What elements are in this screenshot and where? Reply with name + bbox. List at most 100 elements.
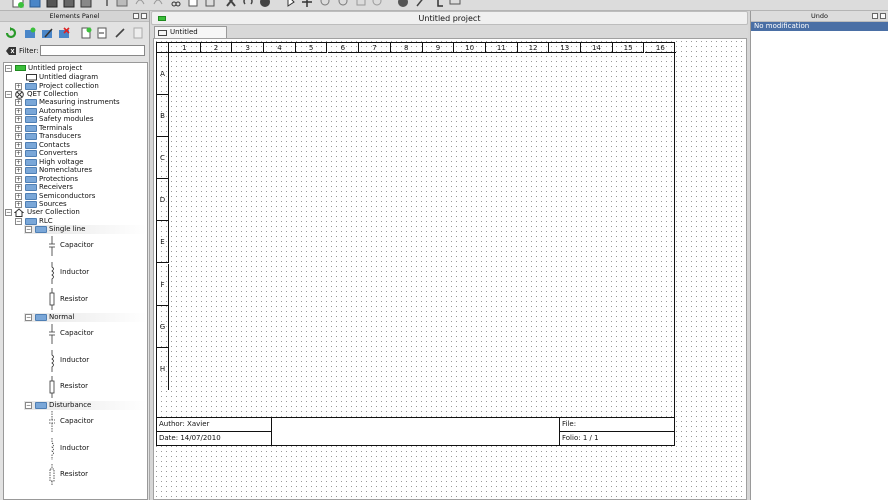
delete-element-icon[interactable] xyxy=(132,27,144,39)
tab-untitled-diagram[interactable]: Untitled diagram xyxy=(154,26,227,47)
reload-icon[interactable] xyxy=(5,27,17,39)
close-panel-button[interactable] xyxy=(880,13,886,19)
title-block-file: File: xyxy=(562,420,577,428)
close-project-icon[interactable] xyxy=(116,0,128,8)
undo-item-no-modification[interactable]: No modification xyxy=(751,22,888,31)
paste-icon[interactable] xyxy=(204,0,216,8)
select-icon[interactable] xyxy=(285,0,297,8)
delete-category-icon[interactable] xyxy=(58,27,70,39)
open-icon[interactable] xyxy=(29,0,41,8)
delete-icon[interactable] xyxy=(225,0,237,8)
collapse-toggle[interactable]: − xyxy=(25,226,32,233)
close-panel-button[interactable] xyxy=(141,13,147,19)
tree-item-element[interactable]: Capacitor xyxy=(60,241,94,249)
float-panel-button[interactable] xyxy=(872,13,878,19)
redo-icon[interactable] xyxy=(152,0,164,8)
zoom-fit-icon[interactable] xyxy=(355,0,367,8)
edit-element-icon[interactable] xyxy=(114,27,126,39)
resistor-single-line-icon xyxy=(49,288,55,310)
project-icon xyxy=(158,16,166,21)
expand-toggle[interactable]: + xyxy=(15,184,22,191)
tree-item-project[interactable]: − Untitled project xyxy=(4,64,147,73)
import-element-icon[interactable] xyxy=(96,27,108,39)
tree-item-element[interactable]: Resistor xyxy=(60,382,88,390)
new-element-icon[interactable] xyxy=(80,27,92,39)
new-category-icon[interactable] xyxy=(24,27,36,39)
rotate-icon[interactable] xyxy=(242,0,254,8)
edit-icon[interactable] xyxy=(415,0,427,8)
expand-toggle[interactable]: + xyxy=(15,141,22,149)
add-text-icon[interactable] xyxy=(449,0,461,8)
expand-toggle[interactable]: + xyxy=(15,192,22,200)
expand-toggle[interactable]: + xyxy=(15,133,22,140)
collapse-toggle[interactable]: − xyxy=(15,217,22,225)
tree-item-group-single-line[interactable]: − Single line xyxy=(24,225,147,234)
expand-toggle[interactable]: + xyxy=(15,167,22,174)
sheet-column-header: 11 xyxy=(486,43,518,53)
expand-toggle[interactable]: + xyxy=(15,107,22,115)
folder-icon xyxy=(25,217,37,225)
save-icon[interactable] xyxy=(46,0,58,8)
collapse-toggle[interactable]: − xyxy=(25,402,32,409)
expand-toggle[interactable]: + xyxy=(15,201,22,208)
expand-toggle[interactable]: + xyxy=(15,124,22,132)
tree-item-diagram[interactable]: Untitled diagram xyxy=(4,73,147,82)
elements-panel: Elements Panel Filter: − Untitled projec… xyxy=(0,11,150,500)
sheet-column-header: 5 xyxy=(295,43,328,53)
sheet-column-header: 4 xyxy=(264,43,296,53)
folder-icon xyxy=(25,150,37,157)
inductor-normal-icon xyxy=(51,350,54,372)
tree-item-group-normal[interactable]: − Normal xyxy=(24,313,147,322)
title-block[interactable]: Author: Xavier Date: 14/07/2010 File: Fo… xyxy=(156,418,675,446)
save-as-icon[interactable] xyxy=(63,0,75,8)
export-icon[interactable] xyxy=(101,0,113,8)
collapse-toggle[interactable]: − xyxy=(5,91,12,98)
resistor-normal-icon xyxy=(49,376,55,398)
expand-toggle[interactable]: + xyxy=(15,158,22,166)
clear-filter-icon[interactable] xyxy=(6,47,16,55)
collapse-toggle[interactable]: − xyxy=(5,209,12,216)
zoom-in-icon[interactable] xyxy=(320,0,332,8)
main-toolbar xyxy=(0,0,888,11)
copy-icon[interactable] xyxy=(187,0,199,8)
zoom-out-icon[interactable] xyxy=(338,0,350,8)
new-project-icon[interactable] xyxy=(12,0,24,8)
tree-item-element[interactable]: Inductor xyxy=(60,444,89,452)
expand-toggle[interactable]: + xyxy=(15,150,22,157)
expand-toggle[interactable]: + xyxy=(15,116,22,123)
filter-row: Filter: xyxy=(0,44,149,58)
sheet-row-header: F xyxy=(157,263,169,306)
tree-item-element[interactable]: Capacitor xyxy=(60,417,94,425)
expand-toggle[interactable]: + xyxy=(15,83,22,90)
zoom-reset-icon[interactable] xyxy=(372,0,384,8)
folder-icon xyxy=(25,184,37,191)
conductor-icon[interactable] xyxy=(432,0,444,8)
folder-icon xyxy=(25,141,37,149)
title-block-date: Date: 14/07/2010 xyxy=(157,431,272,445)
print-icon[interactable] xyxy=(80,0,92,8)
tree-item-element[interactable]: Capacitor xyxy=(60,329,94,337)
expand-toggle[interactable]: + xyxy=(15,99,22,106)
collapse-toggle[interactable]: − xyxy=(5,65,12,72)
expand-toggle[interactable]: + xyxy=(15,175,22,183)
tree-item-element[interactable]: Inductor xyxy=(60,268,89,276)
filter-input[interactable] xyxy=(40,45,145,56)
tree-item-element[interactable]: Resistor xyxy=(60,470,88,478)
undo-icon[interactable] xyxy=(134,0,146,8)
float-panel-button[interactable] xyxy=(133,13,139,19)
tree-item-element[interactable]: Resistor xyxy=(60,295,88,303)
move-icon[interactable] xyxy=(301,0,313,8)
undo-panel: Undo No modification xyxy=(750,11,888,500)
collapse-toggle[interactable]: − xyxy=(25,314,32,321)
tree-item-element[interactable]: Inductor xyxy=(60,356,89,364)
info-icon[interactable] xyxy=(259,0,271,8)
cut-icon[interactable] xyxy=(170,0,182,8)
filter-label: Filter: xyxy=(19,47,39,55)
tree-item-group-disturbance[interactable]: − Disturbance xyxy=(24,401,147,410)
diagram-canvas[interactable]: 1 2 3 4 5 6 7 8 9 10 11 12 13 14 15 16 ABCDEFGH Author:… xyxy=(153,38,747,500)
title-block-center xyxy=(272,418,560,445)
undo-panel-title: Undo xyxy=(811,12,828,20)
edit-category-icon[interactable] xyxy=(41,27,53,39)
properties-icon[interactable] xyxy=(397,0,409,8)
title-block-folio: Folio: 1 / 1 xyxy=(560,431,675,445)
